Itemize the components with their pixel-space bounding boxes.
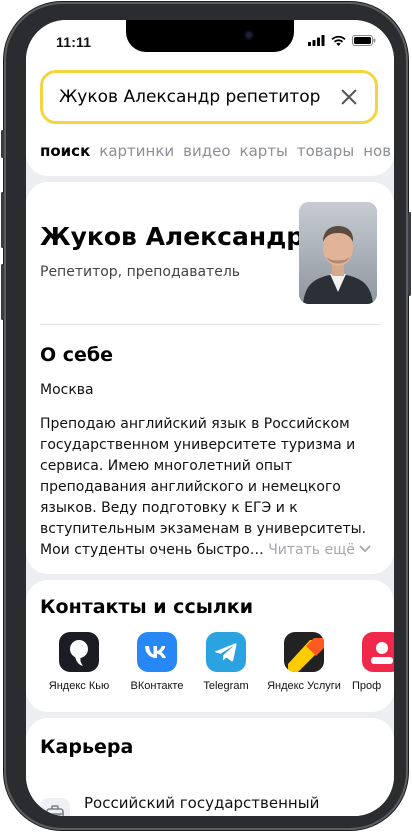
career-card: Карьера Российский государственный униве… xyxy=(26,718,394,816)
tab-search[interactable]: поиск xyxy=(40,142,90,160)
contact-yandex-q[interactable]: Яндекс Кью xyxy=(40,632,118,692)
briefcase-icon xyxy=(40,798,70,816)
profile-icon xyxy=(362,632,394,672)
about-text-block: Преподаю английский язык в Российском го… xyxy=(40,414,380,561)
notch xyxy=(126,20,294,52)
career-item[interactable]: Российский государственный университет т… xyxy=(40,792,334,816)
contact-label: Яндекс Кью xyxy=(48,680,110,692)
contact-vk[interactable]: ВКонтакте xyxy=(120,632,194,692)
wifi-icon xyxy=(331,35,346,46)
tab-products[interactable]: товары xyxy=(297,142,354,160)
search-input[interactable]: Жуков Александр репетитор xyxy=(59,87,337,107)
about-city: Москва xyxy=(40,382,94,398)
contact-yandex-services[interactable]: Яндекс Услуги xyxy=(258,632,350,692)
search-tabs: поиск картинки видео карты товары нов xyxy=(40,142,391,160)
volume-down-button xyxy=(1,264,4,320)
profile-role: Репетитор, преподаватель xyxy=(40,264,241,280)
phone-frame: 11:11 Жуков Александр репетитор поиск ка… xyxy=(1,2,411,830)
clear-icon[interactable] xyxy=(337,85,361,109)
vk-icon xyxy=(137,632,177,672)
contact-telegram[interactable]: Telegram xyxy=(196,632,256,692)
contact-label: Telegram xyxy=(203,680,249,692)
profile-name: Жуков Александр xyxy=(40,222,305,251)
profile-card: Жуков Александр Репетитор, преподаватель xyxy=(26,182,394,574)
divider xyxy=(40,324,380,325)
telegram-icon xyxy=(206,632,246,672)
contacts-title: Контакты и ссылки xyxy=(40,596,254,618)
contact-profile[interactable]: Проф xyxy=(352,632,394,692)
career-title: Карьера xyxy=(40,736,134,758)
silent-switch xyxy=(1,130,4,158)
camera-icon xyxy=(244,30,254,40)
contacts-list: Яндекс Кью ВКонтакте Telegram Яндекс Усл… xyxy=(26,632,394,712)
contact-label: Проф xyxy=(352,680,382,692)
contact-label: Яндекс Услуги xyxy=(267,680,341,692)
volume-up-button xyxy=(1,192,4,248)
power-button xyxy=(408,212,411,296)
signal-icon xyxy=(308,35,325,46)
contact-label: ВКонтакте xyxy=(130,680,184,692)
about-text: Преподаю английский язык в Российском го… xyxy=(40,416,367,558)
profile-photo[interactable] xyxy=(299,202,377,304)
tab-video[interactable]: видео xyxy=(183,142,230,160)
tab-news[interactable]: нов xyxy=(363,142,391,160)
read-more-label: Читать ещё xyxy=(268,542,355,558)
tab-images[interactable]: картинки xyxy=(99,142,174,160)
status-time: 11:11 xyxy=(56,34,92,50)
screen: 11:11 Жуков Александр репетитор поиск ка… xyxy=(26,20,394,816)
contacts-card: Контакты и ссылки Яндекс Кью ВКонтакте T… xyxy=(26,580,394,712)
chevron-down-icon xyxy=(359,545,371,553)
career-item-text: Российский государственный университет т… xyxy=(84,794,320,812)
battery-icon xyxy=(352,35,376,46)
yandex-services-icon xyxy=(284,632,324,672)
person-photo-icon xyxy=(299,202,377,304)
about-title: О себе xyxy=(40,344,114,366)
search-box[interactable]: Жуков Александр репетитор xyxy=(40,70,378,124)
search-header: Жуков Александр репетитор поиск картинки… xyxy=(26,64,394,176)
read-more-link[interactable]: Читать ещё xyxy=(268,542,371,558)
yandex-q-icon xyxy=(59,632,99,672)
tab-maps[interactable]: карты xyxy=(240,142,288,160)
